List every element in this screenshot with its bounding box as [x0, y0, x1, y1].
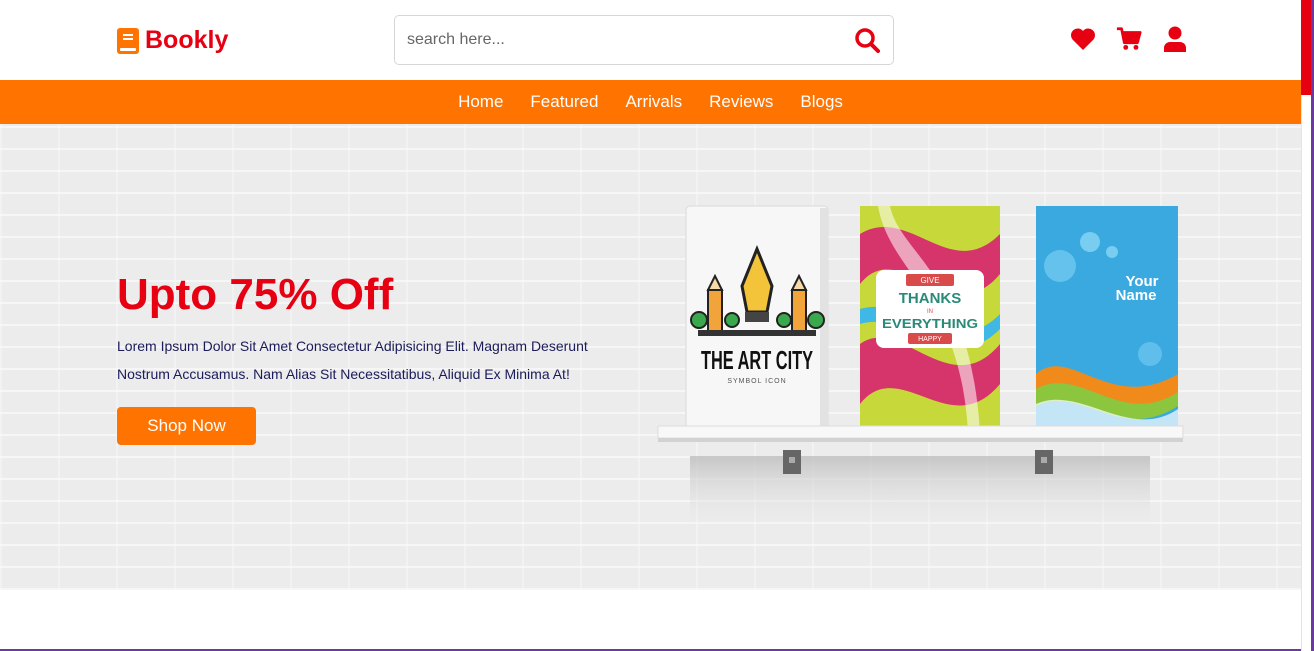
nav-link-blogs[interactable]: Blogs: [800, 92, 843, 112]
book1-title: THE ART CITY: [701, 345, 813, 375]
book2-line5: HAPPY: [918, 336, 942, 343]
heart-icon: [1070, 28, 1096, 50]
hero-title: Upto 75% Off: [117, 270, 394, 319]
search-icon: [855, 28, 880, 53]
cart-button[interactable]: [1116, 26, 1142, 52]
book3-line2: Name: [1116, 287, 1157, 304]
nav-link-arrivals[interactable]: Arrivals: [625, 92, 682, 112]
wishlist-button[interactable]: [1070, 26, 1096, 52]
scrollbar-thumb[interactable]: [1301, 0, 1311, 95]
book-icon: [117, 27, 139, 54]
header-actions: [1070, 26, 1188, 52]
bookshelf-illustration: THE ART CITY SYMBOL ICON GIVE THANKS IN …: [657, 205, 1184, 531]
shop-now-button[interactable]: Shop Now: [117, 407, 256, 445]
search-form: [394, 15, 894, 65]
brand-name: Bookly: [145, 26, 229, 54]
book-your-name: Your Name: [1036, 206, 1178, 432]
book2-line2: THANKS: [899, 290, 962, 307]
cart-icon: [1116, 27, 1142, 50]
book2-line3: IN: [927, 309, 933, 315]
user-icon: [1164, 26, 1186, 52]
book2-line4: EVERYTHING: [882, 316, 978, 331]
scrollbar-track[interactable]: [1301, 95, 1311, 651]
search-input[interactable]: [395, 16, 841, 64]
brand-logo[interactable]: Bookly: [117, 26, 228, 55]
book-give-thanks: GIVE THANKS IN EVERYTHING HAPPY: [860, 206, 1000, 432]
account-button[interactable]: [1162, 26, 1188, 52]
nav-link-featured[interactable]: Featured: [530, 92, 598, 112]
main-navbar: Home Featured Arrivals Reviews Blogs: [0, 80, 1301, 124]
book-art-city: THE ART CITY SYMBOL ICON: [685, 205, 829, 433]
search-button[interactable]: [841, 16, 893, 64]
book1-subtitle: SYMBOL ICON: [727, 378, 786, 385]
nav-link-home[interactable]: Home: [458, 92, 503, 112]
hero-description: Lorem Ipsum Dolor Sit Amet Consectetur A…: [117, 338, 588, 382]
header: Bookly: [0, 0, 1301, 80]
book2-line1: GIVE: [920, 276, 939, 285]
hero-section: Upto 75% Off Lorem Ipsum Dolor Sit Amet …: [0, 124, 1301, 590]
nav-link-reviews[interactable]: Reviews: [709, 92, 773, 112]
